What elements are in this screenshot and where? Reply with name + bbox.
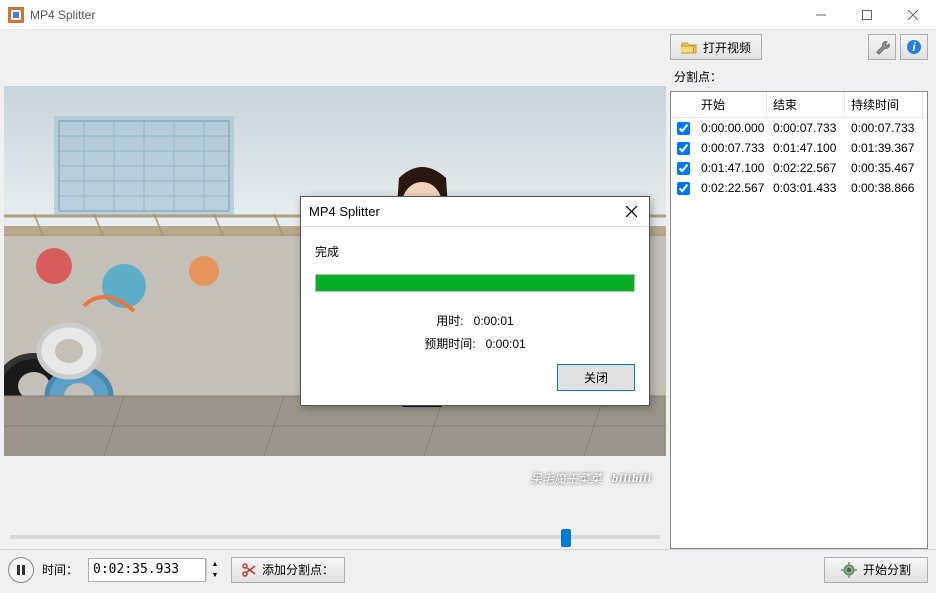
time-spin-down[interactable]: ▼	[207, 570, 223, 581]
col-duration[interactable]: 持续时间	[845, 92, 923, 117]
split-points-table: 开始 结束 持续时间 0:00:00.000 0:00:07.733 0:00:…	[670, 91, 928, 549]
progress-bar	[315, 274, 635, 292]
settings-button[interactable]	[868, 34, 896, 60]
window-titlebar: MP4 Splitter	[0, 0, 936, 30]
col-end[interactable]: 结束	[767, 92, 845, 117]
cell-end: 0:01:47.100	[767, 141, 845, 155]
cell-start: 0:00:00.000	[695, 121, 767, 135]
table-row[interactable]: 0:00:07.733 0:01:47.100 0:01:39.367	[671, 138, 927, 158]
start-split-button[interactable]: 开始分割	[824, 557, 928, 583]
gear-run-icon	[841, 562, 857, 578]
elapsed-value: 0:00:01	[474, 314, 514, 328]
expected-label: 预期时间:	[424, 337, 475, 351]
progress-dialog: MP4 Splitter 完成 用时: 0:00:01 预期时间: 0:00:0…	[300, 196, 650, 406]
cell-start: 0:00:07.733	[695, 141, 767, 155]
table-row[interactable]: 0:01:47.100 0:02:22.567 0:00:35.467	[671, 158, 927, 178]
elapsed-label: 用时:	[436, 314, 463, 328]
row-checkbox[interactable]	[677, 122, 690, 135]
dialog-close-ok-button[interactable]: 关闭	[557, 364, 635, 391]
col-start[interactable]: 开始	[695, 92, 767, 117]
dialog-title: MP4 Splitter	[309, 204, 621, 219]
add-split-point-label: 添加分割点：	[262, 561, 334, 578]
dialog-status: 完成	[315, 243, 635, 260]
add-split-point-button[interactable]: 添加分割点：	[231, 557, 345, 583]
cell-duration: 0:00:07.733	[845, 121, 923, 135]
dialog-close-button[interactable]	[621, 202, 641, 222]
wrench-icon	[874, 39, 890, 55]
start-split-label: 开始分割	[863, 561, 911, 578]
cell-end: 0:03:01.433	[767, 181, 845, 195]
time-label: 时间：	[42, 561, 78, 578]
row-checkbox[interactable]	[677, 142, 690, 155]
info-icon: i	[906, 39, 922, 55]
pause-icon	[15, 564, 27, 576]
watermark-author: 呆毛魔王菜菜	[530, 470, 602, 487]
scissors-icon	[242, 563, 256, 577]
watermark-site: bilibili	[612, 471, 652, 486]
minimize-button[interactable]	[798, 0, 844, 30]
cell-duration: 0:01:39.367	[845, 141, 923, 155]
split-points-label: 分割点：	[670, 68, 928, 85]
table-row[interactable]: 0:00:00.000 0:00:07.733 0:00:07.733	[671, 118, 927, 138]
folder-open-icon	[681, 40, 697, 54]
row-checkbox[interactable]	[677, 182, 690, 195]
maximize-button[interactable]	[844, 0, 890, 30]
window-title: MP4 Splitter	[30, 8, 798, 22]
cell-start: 0:01:47.100	[695, 161, 767, 175]
open-video-button[interactable]: 打开视频	[670, 34, 762, 60]
close-button[interactable]	[890, 0, 936, 30]
play-pause-button[interactable]	[8, 557, 34, 583]
open-video-label: 打开视频	[703, 39, 751, 56]
cell-duration: 0:00:35.467	[845, 161, 923, 175]
cell-duration: 0:00:38.866	[845, 181, 923, 195]
cell-end: 0:00:07.733	[767, 121, 845, 135]
table-row[interactable]: 0:02:22.567 0:03:01.433 0:00:38.866	[671, 178, 927, 198]
close-icon	[626, 206, 637, 217]
time-input[interactable]	[88, 558, 206, 582]
info-button[interactable]: i	[900, 34, 928, 60]
expected-value: 0:00:01	[486, 337, 526, 351]
row-checkbox[interactable]	[677, 162, 690, 175]
app-icon	[8, 7, 24, 23]
cell-start: 0:02:22.567	[695, 181, 767, 195]
timeline-thumb[interactable]	[561, 529, 571, 547]
time-spin-up[interactable]: ▲	[207, 559, 223, 570]
timeline-slider[interactable]	[10, 535, 660, 539]
cell-end: 0:02:22.567	[767, 161, 845, 175]
